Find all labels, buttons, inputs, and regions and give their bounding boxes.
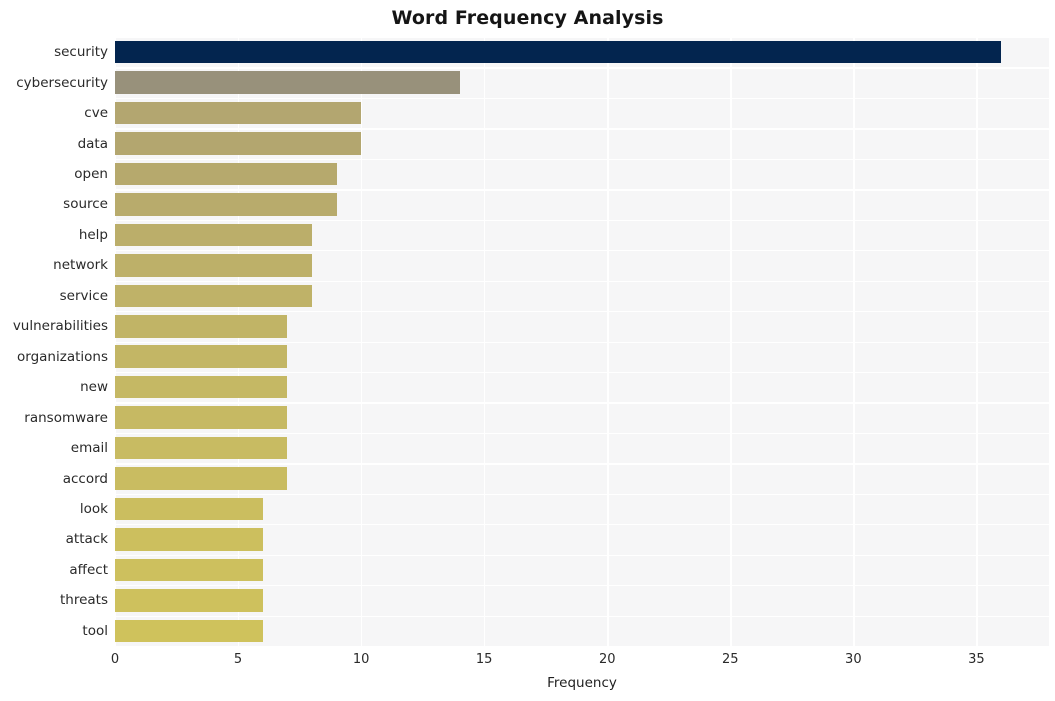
horizontal-gridline	[115, 371, 1049, 374]
y-axis-tick-label: cve	[84, 105, 108, 122]
horizontal-gridline	[115, 646, 1049, 648]
bar	[115, 558, 263, 582]
bar	[115, 40, 1001, 64]
horizontal-gridline	[115, 280, 1049, 282]
chart-figure: Word Frequency Analysis security cybersec…	[0, 0, 1055, 701]
horizontal-gridline	[115, 219, 1049, 221]
bar	[115, 315, 288, 338]
y-axis-tick-label: source	[63, 196, 108, 213]
horizontal-gridline	[115, 554, 1049, 556]
y-axis-tick-label: open	[74, 166, 108, 183]
x-axis-tick-labels: 0 5 10 15 20 25 30 35	[0, 652, 1055, 672]
y-axis-tick-label: email	[70, 440, 108, 457]
y-axis-tick-label: network	[53, 257, 108, 274]
bar	[115, 162, 337, 186]
bar	[115, 101, 362, 125]
y-axis-tick-label: accord	[62, 470, 108, 487]
x-axis-tick-label: 0	[110, 652, 120, 667]
y-axis-tick-labels: security cybersecurity cve data open source he…	[0, 37, 108, 646]
y-axis-tick-label: cybersecurity	[16, 74, 108, 91]
horizontal-gridline	[115, 128, 1049, 130]
y-axis-tick-label: threats	[59, 592, 108, 609]
y-axis-tick-label: look	[79, 500, 108, 517]
chart-title: Word Frequency Analysis	[391, 7, 664, 29]
bar	[115, 497, 263, 521]
bar	[115, 193, 337, 216]
bar	[115, 132, 362, 155]
x-axis-tick-label: 25	[722, 652, 739, 667]
horizontal-gridline	[115, 402, 1049, 404]
horizontal-gridline	[115, 67, 1049, 69]
bar	[115, 589, 263, 612]
horizontal-gridline	[115, 585, 1049, 587]
y-axis-tick-label: service	[59, 287, 108, 304]
horizontal-gridline	[115, 158, 1049, 161]
bar	[115, 345, 288, 368]
y-axis-tick-label: organizations	[17, 348, 108, 365]
horizontal-gridline	[115, 432, 1049, 435]
horizontal-gridline	[115, 463, 1049, 465]
bar	[115, 528, 263, 551]
y-axis-tick-label: new	[80, 379, 108, 396]
y-axis-tick-label: security	[54, 44, 108, 61]
bar	[115, 375, 288, 399]
x-axis-tick-label: 15	[475, 652, 493, 667]
horizontal-gridline	[115, 493, 1049, 496]
x-axis-tick-label: 10	[352, 652, 370, 667]
horizontal-gridline	[115, 615, 1049, 617]
x-axis-tick-label: 30	[845, 652, 862, 667]
bar	[115, 284, 312, 308]
y-axis-tick-label: vulnerabilities	[12, 318, 108, 335]
x-axis-tick-label: 35	[968, 652, 985, 667]
bar	[115, 436, 288, 460]
horizontal-gridline	[115, 341, 1049, 343]
bar	[115, 467, 288, 490]
horizontal-gridline	[115, 189, 1049, 191]
y-axis-tick-label: ransomware	[24, 409, 108, 426]
horizontal-gridline	[115, 97, 1049, 100]
bar	[115, 406, 288, 429]
y-axis-tick-label: data	[77, 135, 108, 152]
x-axis-title: Frequency	[547, 675, 617, 691]
y-axis-tick-label: attack	[65, 531, 108, 548]
horizontal-gridline	[115, 250, 1049, 252]
x-axis-tick-label: 5	[233, 652, 243, 667]
bar	[115, 71, 460, 94]
x-axis-tick-label: 20	[598, 652, 616, 667]
bar	[115, 254, 312, 277]
plot-area	[115, 37, 1049, 648]
horizontal-gridline	[115, 311, 1049, 313]
horizontal-gridline	[115, 37, 1049, 39]
y-axis-tick-label: help	[78, 226, 108, 243]
y-axis-tick-label: affect	[69, 561, 108, 578]
bar	[115, 223, 312, 247]
y-axis-tick-label: tool	[82, 622, 108, 639]
horizontal-gridline	[115, 524, 1049, 526]
bar	[115, 619, 263, 643]
